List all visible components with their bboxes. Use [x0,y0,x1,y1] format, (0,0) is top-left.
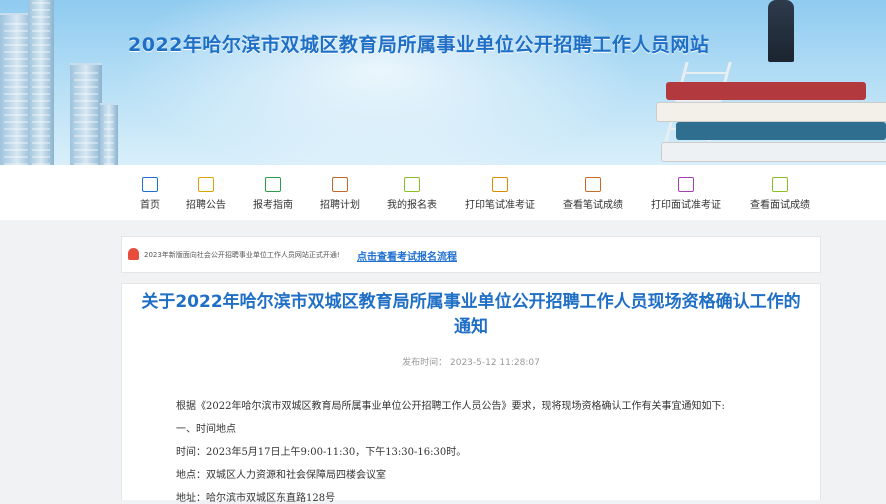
nav-print-interview-ticket[interactable]: 打印面试准考证 [651,177,721,211]
id-card-icon [492,177,508,192]
nav-print-written-ticket[interactable]: 打印笔试准考证 [465,177,535,211]
nav-label: 首页 [140,200,160,211]
site-title: 2022年哈尔滨市双城区教育局所属事业单位公开招聘工作人员网站 [128,34,710,56]
nav-plan[interactable]: 招聘计划 [320,177,360,211]
clipboard-icon [198,177,214,192]
banner-glow [120,0,640,165]
nav-label: 查看面试成绩 [750,200,810,211]
nav-my-form[interactable]: 我的报名表 [387,177,437,211]
header-banner: 2022年哈尔滨市双城区教育局所属事业单位公开招聘工作人员网站 [0,0,886,165]
nav-announcements[interactable]: 招聘公告 [186,177,226,211]
nav-written-score[interactable]: 查看笔试成绩 [563,177,623,211]
article-panel: 关于2022年哈尔滨市双城区教育局所属事业单位公开招聘工作人员现场资格确认工作的… [121,283,821,504]
building-graphic [28,0,54,165]
nav-label: 招聘计划 [320,200,360,211]
nav-guide[interactable]: 报考指南 [253,177,293,211]
article-title: 关于2022年哈尔滨市双城区教育局所属事业单位公开招聘工作人员现场资格确认工作的… [122,290,820,340]
nav-label: 招聘公告 [186,200,226,211]
person-graphic [768,0,794,62]
guide-icon [265,177,281,192]
nav-label: 打印笔试准考证 [465,200,535,211]
nav-label: 查看笔试成绩 [563,200,623,211]
building-graphic [100,103,118,165]
nav-label: 报考指南 [253,200,293,211]
article-paragraph: 时间：2023年5月17日上午9:00-11:30，下午13:30-16:30时… [176,447,467,458]
nav-interview-score[interactable]: 查看面试成绩 [750,177,810,211]
article-paragraph: 地址：哈尔滨市双城区东直路128号 [176,493,336,504]
publish-time: 发布时间： 2023-5-12 11:28:07 [402,358,540,368]
article-paragraph: 根据《2022年哈尔滨市双城区教育局所属事业单位公开招聘工作人员公告》要求，现将… [176,401,725,412]
nav-label: 我的报名表 [387,200,437,211]
article-paragraph: 地点：双城区人力资源和社会保障局四楼会议室 [176,470,386,481]
search-doc-icon [772,177,788,192]
printer-icon [678,177,694,192]
notice-bar: 2023年新版面向社会公开招聘事业单位工作人员网站正式开通! 点击查看考试报名流… [121,236,821,273]
article-title-line: 通知 [454,317,488,337]
article-paragraph: 一、时间地点 [176,424,236,435]
exam-process-link[interactable]: 点击查看考试报名流程 [357,248,457,263]
nav-home[interactable]: 首页 [140,177,160,211]
main-nav: 首页 招聘公告 报考指南 招聘计划 我的报名表 打印笔试准考证 查看笔试成绩 打… [0,165,886,220]
notice-text[interactable]: 2023年新版面向社会公开招聘事业单位工作人员网站正式开通! [144,250,340,260]
nav-label: 打印面试准考证 [651,200,721,211]
document-icon [332,177,348,192]
building-graphic [70,63,102,165]
bell-icon [128,248,139,260]
article-title-line: 关于2022年哈尔滨市双城区教育局所属事业单位公开招聘工作人员现场资格确认工作的 [141,292,801,312]
book-icon [585,177,601,192]
books-graphic [656,60,886,165]
form-icon [404,177,420,192]
monitor-icon [142,177,158,192]
